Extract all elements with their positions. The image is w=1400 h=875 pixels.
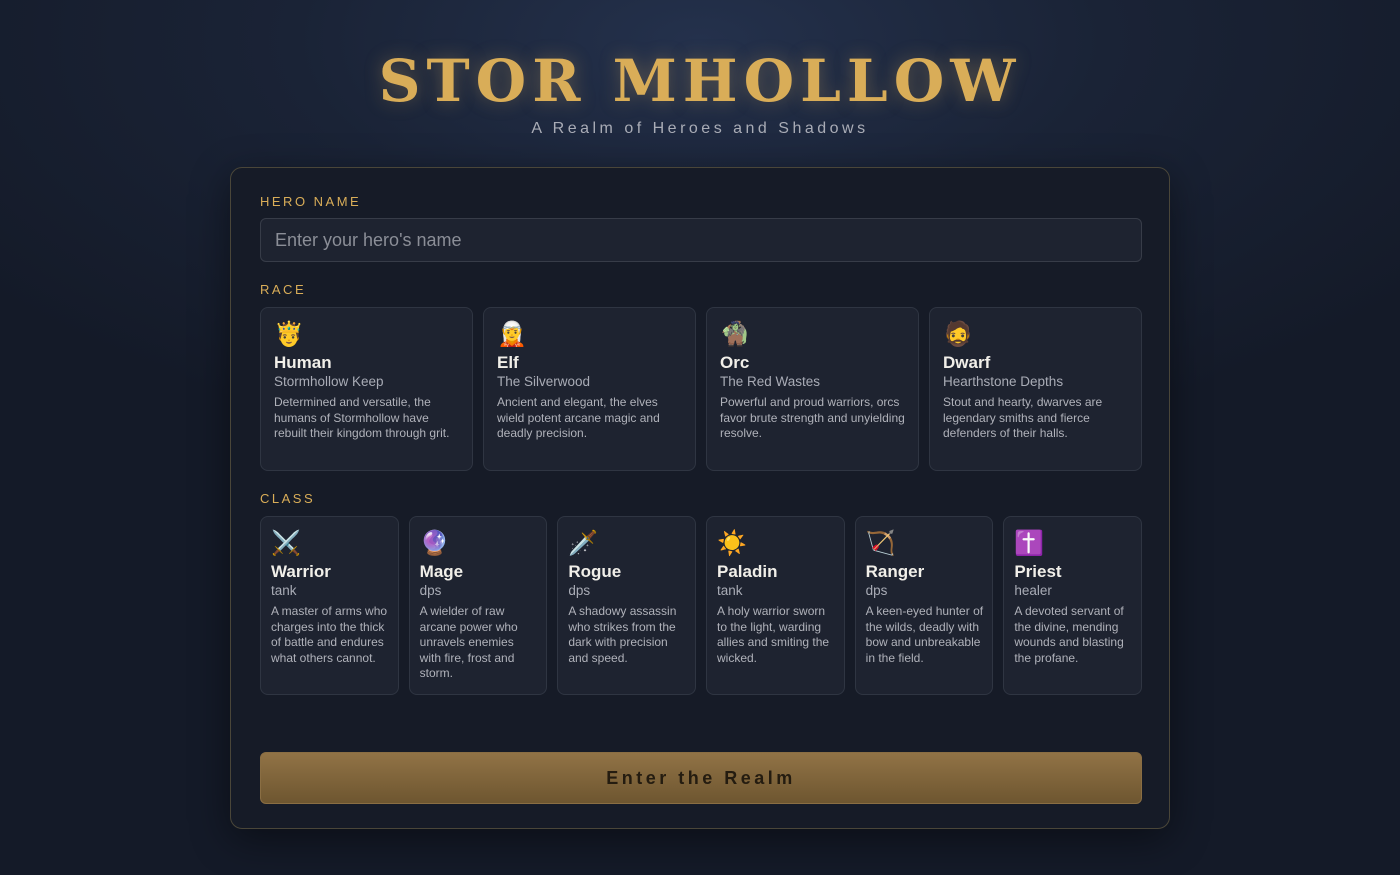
class-description: A keen-eyed hunter of the wilds, deadly … — [865, 604, 984, 665]
race-description: Stout and hearty, dwarves are legendary … — [943, 395, 1103, 440]
race-options: 🤴 Human Stormhollow Keep Determined and … — [260, 307, 1142, 471]
page-header: STOR MHOLLOW A Realm of Heroes and Shado… — [0, 48, 1400, 138]
race-description: Ancient and elegant, the elves wield pot… — [497, 395, 660, 440]
app-title: STOR MHOLLOW — [378, 47, 1022, 115]
class-role: dps — [865, 583, 888, 598]
class-role: dps — [419, 583, 442, 598]
class-card-priest[interactable]: ✝️ Priest healer A devoted servant of th… — [1003, 516, 1142, 695]
race-card-orc[interactable]: 🧌 Orc The Red Wastes Powerful and proud … — [706, 307, 919, 471]
crystal-ball-icon: 🔮 — [419, 530, 450, 557]
dagger-icon: 🗡️ — [568, 530, 599, 557]
class-options: ⚔️ Warrior tank A master of arms who cha… — [260, 516, 1142, 695]
bow-and-arrow-icon: 🏹 — [865, 530, 896, 557]
class-card-mage[interactable]: 🔮 Mage dps A wielder of raw arcane power… — [408, 516, 548, 695]
class-name: Warrior — [271, 562, 331, 581]
class-role: tank — [271, 583, 297, 598]
class-name: Paladin — [717, 562, 778, 581]
hero-name-input[interactable] — [260, 218, 1142, 262]
race-description: Powerful and proud warriors, orcs favor … — [720, 395, 905, 440]
class-description: A holy warrior sworn to the light, wardi… — [717, 604, 830, 665]
race-label: RACE — [260, 282, 307, 297]
race-origin: The Silverwood — [497, 374, 591, 389]
bearded-man-icon: 🧔 — [943, 321, 973, 348]
race-origin: Hearthstone Depths — [943, 374, 1064, 389]
class-description: A master of arms who charges into the th… — [271, 604, 388, 665]
race-origin: The Red Wastes — [720, 374, 821, 389]
race-description: Determined and versatile, the humans of … — [274, 395, 450, 440]
race-card-human[interactable]: 🤴 Human Stormhollow Keep Determined and … — [260, 307, 473, 471]
class-name: Rogue — [568, 562, 622, 581]
race-name: Orc — [720, 353, 750, 372]
class-card-rogue[interactable]: 🗡️ Rogue dps A shadowy assassin who stri… — [557, 516, 696, 695]
class-card-warrior[interactable]: ⚔️ Warrior tank A master of arms who cha… — [260, 516, 399, 695]
character-creation-panel: HERO NAME RACE 🤴 Human Stormhollow Keep … — [230, 167, 1170, 829]
class-label: CLASS — [260, 491, 316, 506]
race-name: Human — [274, 353, 332, 372]
app-subtitle: A Realm of Heroes and Shadows — [531, 120, 869, 137]
class-description: A shadowy assassin who strikes from the … — [568, 604, 677, 665]
troll-icon: 🧌 — [720, 321, 750, 348]
race-name: Dwarf — [943, 353, 991, 372]
class-card-ranger[interactable]: 🏹 Ranger dps A keen-eyed hunter of the w… — [854, 516, 994, 695]
class-name: Ranger — [865, 562, 925, 581]
enter-realm-button[interactable]: Enter the Realm — [260, 752, 1142, 804]
class-role: tank — [717, 583, 743, 598]
hero-name-label: HERO NAME — [260, 194, 362, 209]
elf-icon: 🧝 — [497, 321, 527, 348]
class-name: Mage — [419, 562, 464, 581]
latin-cross-icon: ✝️ — [1014, 530, 1045, 557]
sun-icon: ☀️ — [717, 530, 747, 557]
class-name: Priest — [1014, 562, 1062, 581]
race-name: Elf — [497, 353, 519, 372]
class-role: dps — [568, 583, 591, 598]
race-card-elf[interactable]: 🧝 Elf The Silverwood Ancient and elegant… — [483, 307, 696, 471]
class-description: A devoted servant of the divine, mending… — [1014, 604, 1124, 665]
class-description: A wielder of raw arcane power who unrave… — [419, 604, 518, 680]
race-card-dwarf[interactable]: 🧔 Dwarf Hearthstone Depths Stout and hea… — [929, 307, 1142, 471]
prince-icon: 🤴 — [274, 321, 304, 348]
class-role: healer — [1014, 583, 1052, 598]
race-origin: Stormhollow Keep — [274, 374, 384, 389]
class-card-paladin[interactable]: ☀️ Paladin tank A holy warrior sworn to … — [706, 516, 845, 695]
crossed-swords-icon: ⚔️ — [271, 530, 301, 557]
